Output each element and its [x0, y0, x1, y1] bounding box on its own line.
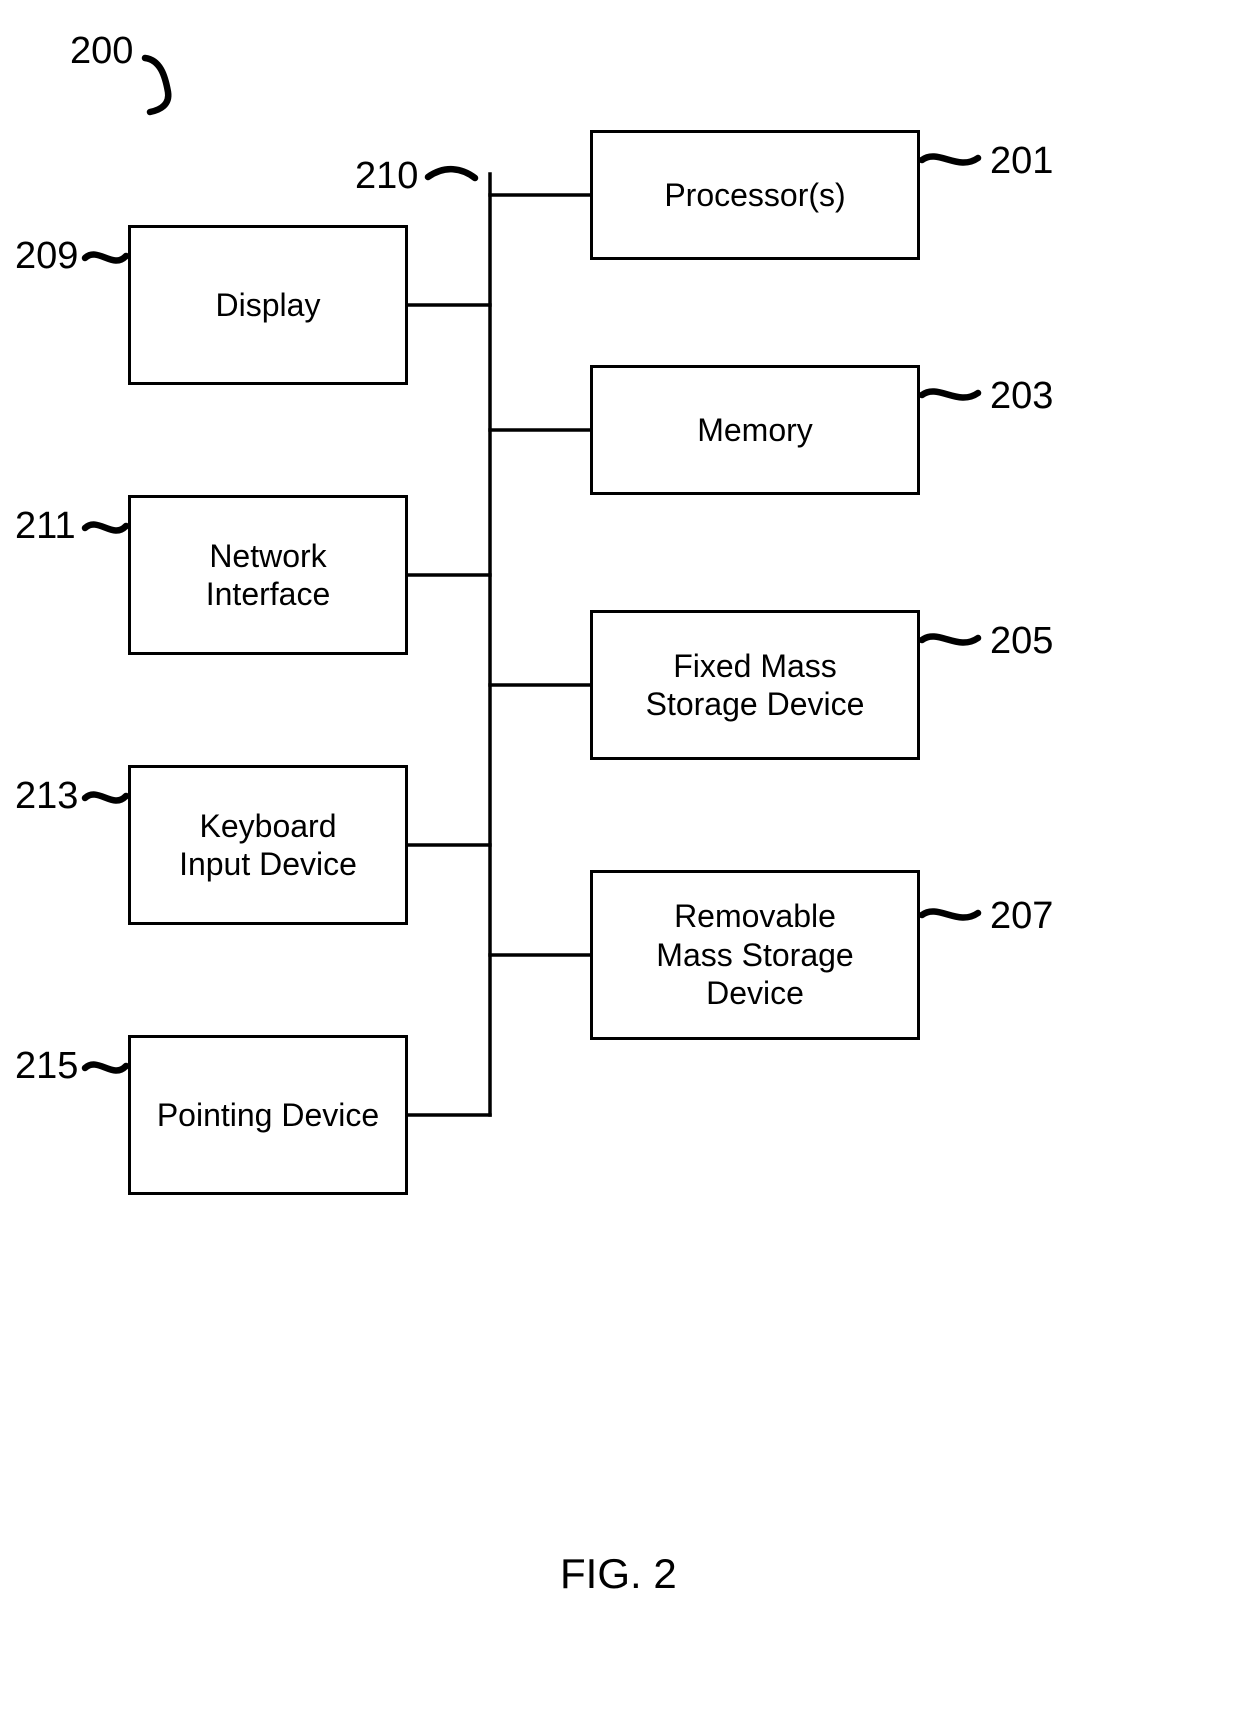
ref-display: 209	[15, 235, 78, 278]
lead-211	[85, 525, 126, 531]
block-keyboard-label: KeyboardInput Device	[179, 807, 357, 884]
block-processor-label: Processor(s)	[664, 176, 845, 214]
lead-209	[85, 255, 126, 261]
block-network-label: NetworkInterface	[206, 537, 331, 614]
block-memory-label: Memory	[697, 411, 813, 449]
ref-network: 211	[15, 505, 76, 548]
ref-fixed: 205	[990, 620, 1053, 663]
ref-removable: 207	[990, 895, 1053, 938]
diagram-canvas: 200 210 Display 209 NetworkInterface 211…	[0, 0, 1240, 1730]
ref-pointing: 215	[15, 1045, 78, 1088]
block-memory: Memory	[590, 365, 920, 495]
block-fixed: Fixed MassStorage Device	[590, 610, 920, 760]
lead-205	[922, 637, 978, 643]
bus-label: 210	[355, 155, 418, 198]
figure-number: 200	[70, 30, 133, 73]
block-fixed-label: Fixed MassStorage Device	[646, 647, 865, 724]
figure-caption: FIG. 2	[560, 1550, 677, 1598]
ref-memory: 203	[990, 375, 1053, 418]
block-display-label: Display	[216, 286, 321, 324]
ref-keyboard: 213	[15, 775, 78, 818]
lead-200	[145, 58, 168, 112]
block-removable: RemovableMass StorageDevice	[590, 870, 920, 1040]
lead-213	[85, 795, 126, 801]
block-pointing: Pointing Device	[128, 1035, 408, 1195]
lead-207	[922, 912, 978, 918]
block-pointing-label: Pointing Device	[157, 1096, 379, 1134]
block-processor: Processor(s)	[590, 130, 920, 260]
ref-processor: 201	[990, 140, 1053, 183]
lead-215	[85, 1065, 126, 1071]
lead-201	[922, 157, 978, 163]
lead-203	[922, 392, 978, 398]
block-network: NetworkInterface	[128, 495, 408, 655]
block-removable-label: RemovableMass StorageDevice	[656, 897, 853, 1012]
block-display: Display	[128, 225, 408, 385]
lead-210	[428, 169, 475, 178]
block-keyboard: KeyboardInput Device	[128, 765, 408, 925]
